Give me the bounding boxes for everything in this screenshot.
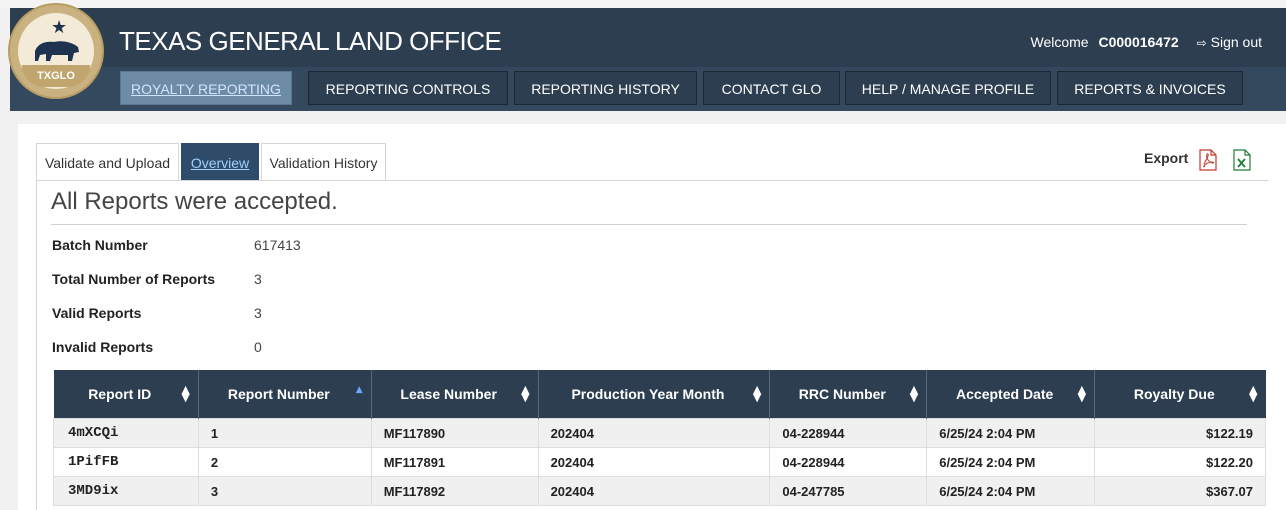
column-label: Report Number [227,386,330,402]
accepted-date-cell: 6/25/24 2:04 PM [926,418,1096,448]
production-year-month-cell: 202404 [537,418,771,448]
lease-number-cell: MF117892 [370,476,539,506]
nav-reporting-history[interactable]: REPORTING HISTORY [514,71,697,105]
tab-overview[interactable]: Overview [181,143,259,181]
nav-reports-invoices[interactable]: REPORTS & INVOICES [1057,71,1243,105]
column-label: Royalty Due [1133,386,1215,402]
username: C000016472 [1098,34,1179,50]
report-number-cell: 2 [197,447,372,477]
report-id-cell: 3MD9ix [53,476,199,506]
divider [51,224,1247,225]
star-icon: ★ [51,17,68,38]
col-header-rrc-number[interactable]: RRC Number ▲ ▼ [769,370,928,419]
signout-label: Sign out [1210,34,1262,50]
sort-icon: ▲ ▼ [521,383,530,404]
invalid-reports-value: 0 [254,339,262,355]
valid-reports-value: 3 [254,305,262,321]
report-id-cell: 1PifFB [53,447,199,477]
table-row[interactable]: 4mXCQi 1 MF117890 202404 04-228944 6/25/… [53,418,1266,448]
sort-icon: ▲ ▼ [1249,383,1258,404]
batch-number-label: Batch Number [52,237,148,253]
reports-table: Report ID ▲ ▼ Report Number ▲ Lease Number ▲… [53,370,1266,506]
table-row[interactable]: 3MD9ix 3 MF117892 202404 04-247785 6/25/… [53,476,1266,506]
top-strip [0,0,1286,8]
sort-ascending-icon: ▲ [355,385,363,395]
column-label: Accepted Date [956,386,1054,402]
column-label: RRC Number [798,386,886,402]
panel-border [36,180,37,510]
tab-validate-upload[interactable]: Validate and Upload [36,143,179,181]
report-number-cell: 3 [197,476,372,506]
site-header: TEXAS GENERAL LAND OFFICE Welcome C00001… [10,8,1286,111]
batch-number-value: 617413 [254,237,301,253]
column-label: Report ID [88,386,152,402]
signout-link[interactable]: ⇨ Sign out [1197,34,1262,50]
sort-icon: ▲ ▼ [752,383,762,404]
rrc-number-cell: 04-228944 [769,418,928,448]
royalty-due-cell: $122.20 [1094,447,1266,477]
col-header-accepted-date[interactable]: Accepted Date ▲ ▼ [926,370,1096,419]
table-row[interactable]: 1PifFB 2 MF117891 202404 04-228944 6/25/… [53,447,1266,477]
accepted-date-cell: 6/25/24 2:04 PM [926,447,1096,477]
royalty-due-cell: $122.19 [1094,418,1266,448]
nav-contact-glo[interactable]: CONTACT GLO [703,71,840,105]
royalty-due-cell: $367.07 [1094,476,1266,506]
total-reports-value: 3 [254,271,262,287]
pdf-export-icon[interactable] [1199,149,1217,171]
col-header-report-number[interactable]: Report Number ▲ [198,370,372,419]
invalid-reports-label: Invalid Reports [52,339,154,355]
sort-icon: ▲ ▼ [1077,383,1087,404]
status-headline: All Reports were accepted. [51,188,338,215]
site-title: TEXAS GENERAL LAND OFFICE [119,26,502,56]
export-label: Export [1144,150,1189,166]
lease-number-cell: MF117890 [370,418,539,448]
user-welcome: Welcome C000016472 ⇨ Sign out [1031,34,1263,50]
txglo-logo[interactable]: ★ TXGLO [10,5,102,97]
col-header-production-year-month[interactable]: Production Year Month ▲ ▼ [538,370,771,419]
table-header-row: Report ID ▲ ▼ Report Number ▲ Lease Number ▲… [53,370,1266,419]
production-year-month-cell: 202404 [537,447,771,477]
sort-icon: ▲ ▼ [181,383,190,404]
valid-reports-label: Valid Reports [52,305,142,321]
sort-icon: ▲ ▼ [909,383,919,404]
main-content: Validate and Upload Overview Validation … [18,124,1286,510]
rrc-number-cell: 04-247785 [769,476,928,506]
total-reports-label: Total Number of Reports [52,271,216,287]
column-label: Production Year Month [571,386,725,402]
nav-reporting-controls[interactable]: REPORTING CONTROLS [308,71,508,105]
logo-text: TXGLO [22,65,90,87]
report-id-cell: 4mXCQi [53,418,199,448]
nav-help-manage-profile[interactable]: HELP / MANAGE PROFILE [845,71,1051,105]
report-number-cell: 1 [197,418,372,448]
col-header-royalty-due[interactable]: Royalty Due ▲ ▼ [1094,370,1266,419]
column-label: Lease Number [400,386,497,402]
welcome-label: Welcome [1030,34,1089,50]
signout-icon: ⇨ [1196,36,1207,50]
bison-icon [35,41,79,61]
lease-number-cell: MF117891 [370,447,539,477]
rrc-number-cell: 04-228944 [769,447,928,477]
excel-export-icon[interactable] [1233,149,1251,171]
accepted-date-cell: 6/25/24 2:04 PM [926,476,1096,506]
production-year-month-cell: 202404 [537,476,771,506]
tab-validation-history[interactable]: Validation History [261,143,386,181]
col-header-report-id[interactable]: Report ID ▲ ▼ [53,370,199,419]
nav-royalty-reporting[interactable]: ROYALTY REPORTING [120,71,292,105]
tab-divider [36,180,1268,181]
col-header-lease-number[interactable]: Lease Number ▲ ▼ [371,370,539,419]
